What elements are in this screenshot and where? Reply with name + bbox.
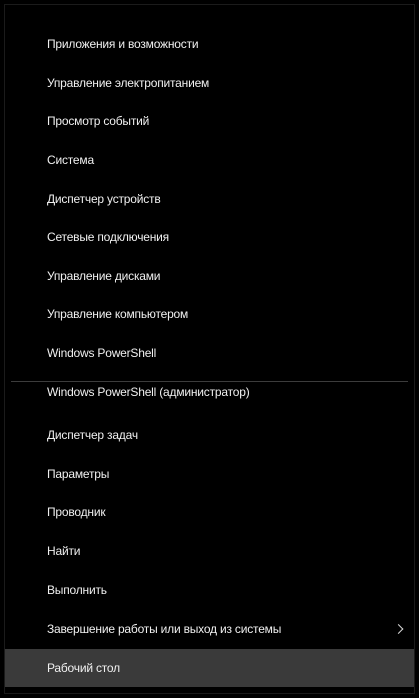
menu-item-power-options[interactable]: Управление электропитанием <box>5 64 414 103</box>
menu-item-label: Приложения и возможности <box>47 37 199 52</box>
menu-item-label: Параметры <box>47 466 110 481</box>
menu-separator <box>11 381 408 382</box>
menu-item-apps-and-features[interactable]: Приложения и возможности <box>5 25 414 64</box>
menu-item-file-explorer[interactable]: Проводник <box>5 493 414 532</box>
menu-item-label: Windows PowerShell (администратор) <box>47 384 250 399</box>
menu-item-label: Завершение работы или выход из системы <box>47 622 282 637</box>
menu-item-system[interactable]: Система <box>5 141 414 180</box>
menu-group-utilities: Диспетчер задач Параметры Проводник Найт… <box>5 416 414 609</box>
winx-context-menu: Приложения и возможности Управление элек… <box>4 4 415 694</box>
menu-item-label: Диспетчер задач <box>47 428 138 443</box>
menu-item-settings[interactable]: Параметры <box>5 455 414 494</box>
menu-group-session: Завершение работы или выход из системы Р… <box>5 610 414 688</box>
menu-item-powershell[interactable]: Windows PowerShell <box>5 334 414 373</box>
chevron-right-icon <box>393 624 404 635</box>
menu-item-label: Проводник <box>47 505 106 520</box>
menu-item-powershell-admin[interactable]: Windows PowerShell (администратор) <box>5 372 414 411</box>
menu-item-label: Система <box>47 153 94 168</box>
menu-item-run[interactable]: Выполнить <box>5 570 414 609</box>
menu-item-device-manager[interactable]: Диспетчер устройств <box>5 179 414 218</box>
menu-item-label: Выполнить <box>47 582 107 597</box>
menu-item-label: Сетевые подключения <box>47 230 169 245</box>
menu-item-label: Управление компьютером <box>47 307 189 322</box>
menu-item-label: Просмотр событий <box>47 114 150 129</box>
menu-item-shutdown-or-sign-out[interactable]: Завершение работы или выход из системы <box>5 610 414 649</box>
menu-item-task-manager[interactable]: Диспетчер задач <box>5 416 414 455</box>
menu-item-label: Управление электропитанием <box>47 75 210 90</box>
menu-item-label: Рабочий стол <box>47 660 120 675</box>
menu-item-desktop[interactable]: Рабочий стол <box>5 648 414 688</box>
menu-item-event-viewer[interactable]: Просмотр событий <box>5 102 414 141</box>
menu-group-system-tools: Приложения и возможности Управление элек… <box>5 25 414 411</box>
menu-item-label: Windows PowerShell <box>47 346 157 361</box>
menu-item-search[interactable]: Найти <box>5 532 414 571</box>
menu-item-network-connections[interactable]: Сетевые подключения <box>5 218 414 257</box>
menu-item-label: Найти <box>47 544 81 559</box>
menu-item-label: Управление дисками <box>47 268 161 283</box>
menu-item-computer-management[interactable]: Управление компьютером <box>5 295 414 334</box>
menu-item-label: Диспетчер устройств <box>47 191 161 206</box>
menu-item-disk-management[interactable]: Управление дисками <box>5 257 414 296</box>
